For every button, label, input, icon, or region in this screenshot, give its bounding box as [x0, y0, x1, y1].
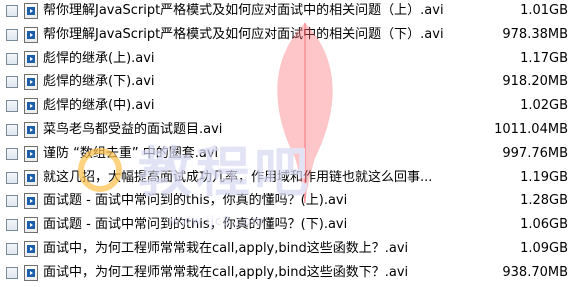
file-size: 997.76MB [502, 145, 568, 161]
file-name: 面试题 - 面试中常问到的this，你真的懂吗？(下).avi [43, 217, 348, 233]
video-file-icon [24, 98, 38, 115]
checkbox[interactable] [6, 195, 18, 208]
file-name: 谨防 “数组去重” 中的圈套.avi [43, 145, 219, 161]
file-name: 帮你理解JavaScript严格模式及如何应对面试中的相关问题（上）.avi [43, 3, 444, 18]
checkbox[interactable] [6, 219, 18, 232]
file-size: 978.38MB [502, 26, 568, 42]
checkbox[interactable] [6, 171, 18, 184]
video-file-icon [24, 264, 38, 281]
file-name: 彪悍的继承(中).avi [43, 98, 155, 114]
list-item[interactable]: 彪悍的继承(上).avi 1.17GB [0, 48, 576, 70]
video-file-icon [24, 122, 38, 138]
list-item[interactable]: 帮你理解JavaScript严格模式及如何应对面试中的相关问题（下）.avi 9… [0, 24, 576, 46]
list-item[interactable]: 彪悍的继承(下).avi 918.20MB [0, 71, 576, 93]
file-name: 彪悍的继承(下).avi [43, 74, 155, 90]
video-file-icon [24, 241, 38, 257]
checkbox[interactable] [6, 266, 18, 279]
file-name: 就这几招，大幅提高面试成功几率，作用域和作用链也就这么回事... [43, 169, 433, 185]
list-item[interactable]: 谨防 “数组去重” 中的圈套.avi 997.76MB [0, 143, 576, 165]
file-size: 1.02GB [520, 98, 568, 114]
video-file-icon [24, 169, 38, 186]
checkbox[interactable] [6, 76, 18, 89]
file-name: 面试题 - 面试中常问到的this，你真的懂吗？(上).avi [43, 193, 348, 209]
checkbox[interactable] [6, 28, 18, 41]
list-item[interactable]: 面试中，为何工程师常常栽在call,apply,bind这些函数下？.avi 9… [0, 262, 576, 284]
checkbox[interactable] [6, 5, 18, 17]
file-name: 面试中，为何工程师常常栽在call,apply,bind这些函数上？.avi [43, 241, 409, 256]
file-size: 1.09GB [520, 241, 568, 256]
file-size: 1.01GB [520, 3, 568, 18]
file-name: 菜鸟老鸟都受益的面试题目.avi [43, 122, 223, 137]
video-file-icon [24, 145, 38, 162]
list-item[interactable]: 面试题 - 面试中常问到的this，你真的懂吗？(下).avi 1.06GB [0, 214, 576, 236]
file-size: 918.20MB [502, 74, 568, 90]
video-file-icon [24, 74, 38, 91]
video-file-icon [24, 217, 38, 234]
video-file-icon [24, 3, 38, 19]
video-file-icon [24, 26, 38, 43]
checkbox[interactable] [6, 147, 18, 160]
file-size: 1.17GB [520, 50, 568, 66]
list-item[interactable]: 就这几招，大幅提高面试成功几率，作用域和作用链也就这么回事... 1.19GB [0, 167, 576, 189]
list-item[interactable]: 面试中，为何工程师常常栽在call,apply,bind这些函数上？.avi 1… [0, 238, 576, 260]
file-name: 面试中，为何工程师常常栽在call,apply,bind这些函数下？.avi [43, 264, 409, 280]
checkbox[interactable] [6, 52, 18, 65]
list-item[interactable]: 面试题 - 面试中常问到的this，你真的懂吗？(上).avi 1.28GB [0, 190, 576, 212]
file-name: 帮你理解JavaScript严格模式及如何应对面试中的相关问题（下）.avi [43, 26, 444, 42]
file-list: 帮你理解JavaScript严格模式及如何应对面试中的相关问题（上）.avi 1… [0, 0, 576, 287]
file-size: 1.28GB [520, 193, 568, 209]
list-item[interactable]: 菜鸟老鸟都受益的面试题目.avi 1011.04MB [0, 119, 576, 141]
video-file-icon [24, 50, 38, 67]
file-size: 1.06GB [520, 217, 568, 233]
checkbox[interactable] [6, 100, 18, 113]
checkbox[interactable] [6, 243, 18, 255]
file-size: 1011.04MB [494, 122, 568, 137]
file-size: 938.70MB [502, 264, 568, 280]
checkbox[interactable] [6, 124, 18, 136]
list-item[interactable]: 帮你理解JavaScript严格模式及如何应对面试中的相关问题（上）.avi 1… [0, 0, 576, 22]
file-name: 彪悍的继承(上).avi [43, 50, 155, 66]
list-item[interactable]: 彪悍的继承(中).avi 1.02GB [0, 95, 576, 117]
file-size: 1.19GB [520, 169, 568, 185]
video-file-icon [24, 193, 38, 210]
